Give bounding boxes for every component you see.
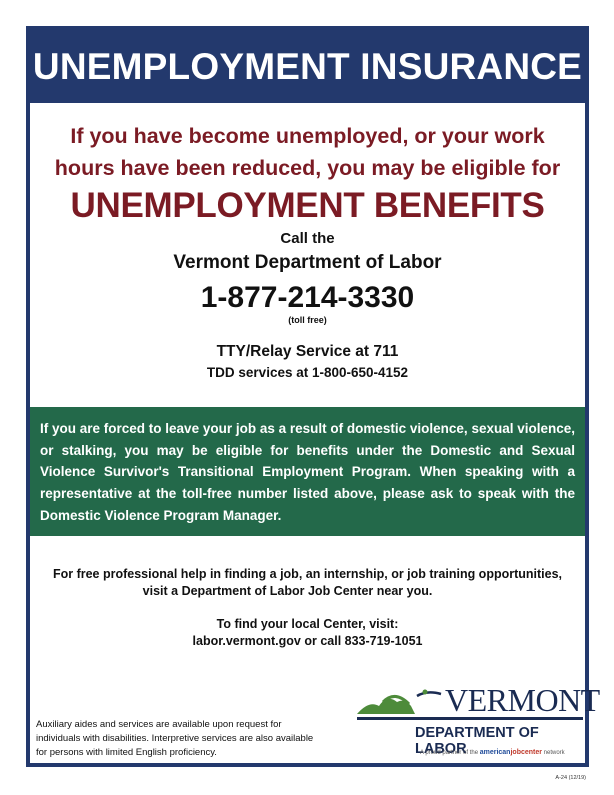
partner-suffix: network [543,750,565,756]
tdd-service: TDD services at 1-800-650-4152 [206,365,409,380]
partner-prefix: A proud partner of the [420,750,479,756]
ajc-jobcenter: jobcenter [510,749,542,756]
logo-divider [357,717,583,720]
job-help-text: For free professional help in finding a … [30,566,585,600]
find-center-line-2: labor.vermont.gov or call 833-719-1051 [192,634,423,648]
find-center-text: To find your local Center, visit: labor.… [30,616,585,650]
vermont-dol-logo: VERMONT DEPARTMENT OF LABOR A proud part… [355,682,600,762]
job-help-line-1: For free professional help in finding a … [52,567,563,581]
form-number: A-24 (12/19) [555,775,586,781]
domestic-violence-notice: If you are forced to leave your job as a… [30,407,585,536]
job-help-line-2: visit a Department of Labor Job Center n… [142,584,433,598]
eligibility-statement: If you have become unemployed, or your w… [30,120,585,184]
green-mountains-icon [357,689,442,714]
call-the-label: Call the [280,230,335,247]
poster-title: UNEMPLOYMENT INSURANCE [30,30,585,103]
auxiliary-services-note: Auxiliary aides and services are availab… [36,719,314,758]
eligibility-line-1: If you have become unemployed, or your w… [70,124,545,148]
benefits-heading: UNEMPLOYMENT BENEFITS [70,186,545,225]
toll-free-note: (toll free) [288,315,327,325]
poster-frame: UNEMPLOYMENT INSURANCE If you have becom… [26,26,600,767]
eligibility-line-2: hours have been reduced, you may be elig… [54,156,561,180]
find-center-line-1: To find your local Center, visit: [216,617,399,631]
agency-name: Vermont Department of Labor [173,252,442,273]
ajc-partner-line: A proud partner of the americanjobcenter… [420,749,565,756]
ajc-american: american [479,749,511,756]
phone-number: 1-877-214-3330 [200,281,415,314]
vermont-wordmark: VERMONT [445,682,600,718]
tty-relay-service: TTY/Relay Service at 711 [216,343,399,360]
